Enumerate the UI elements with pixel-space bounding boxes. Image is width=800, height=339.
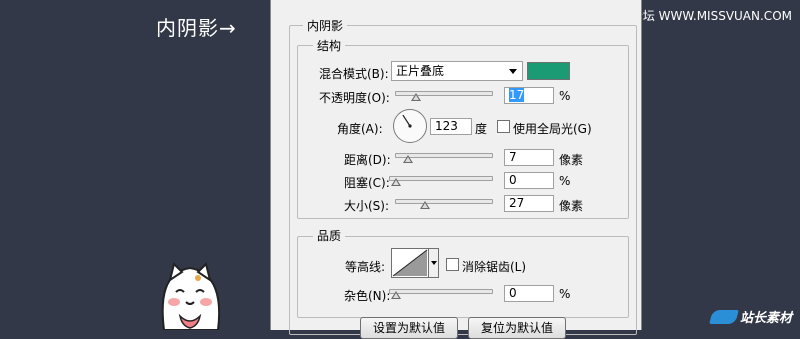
noise-label: 杂色(N): bbox=[344, 289, 391, 303]
choke-slider[interactable] bbox=[389, 176, 493, 186]
inner-shadow-dialog: 内阴影 结构 混合模式(B): 正片叠底 不透明度(O): 17 % 角度(A)… bbox=[270, 0, 642, 339]
antialias-checkbox[interactable] bbox=[446, 258, 459, 271]
size-slider[interactable] bbox=[395, 199, 493, 209]
opacity-slider[interactable] bbox=[395, 91, 493, 101]
size-slider-thumb[interactable] bbox=[419, 201, 430, 209]
watermark-bottom: 站长素材 bbox=[709, 307, 792, 326]
contour-picker[interactable] bbox=[391, 248, 429, 278]
distance-input[interactable]: 7 bbox=[504, 149, 554, 166]
choke-input[interactable]: 0 bbox=[504, 172, 554, 189]
global-light-label: 使用全局光(G) bbox=[513, 122, 592, 136]
distance-slider-thumb[interactable] bbox=[402, 155, 413, 163]
antialias-label: 消除锯齿(L) bbox=[462, 260, 527, 274]
contour-dropdown-button[interactable] bbox=[429, 248, 439, 278]
choke-slider-thumb[interactable] bbox=[391, 178, 401, 186]
distance-label: 距离(D): bbox=[344, 153, 391, 167]
size-input[interactable]: 27 bbox=[504, 195, 554, 212]
opacity-slider-thumb[interactable] bbox=[411, 93, 422, 101]
opacity-input[interactable]: 17 bbox=[504, 87, 554, 104]
choke-unit: % bbox=[559, 174, 571, 188]
opacity-unit: % bbox=[559, 89, 571, 103]
structure-title: 结构 bbox=[313, 37, 346, 54]
noise-input[interactable]: 0 bbox=[504, 285, 554, 302]
chevron-down-icon bbox=[509, 69, 517, 74]
angle-dial-needle bbox=[402, 114, 412, 128]
inner-shadow-title: 内阴影 bbox=[303, 17, 348, 34]
noise-unit: % bbox=[559, 287, 571, 301]
global-light-checkbox[interactable] bbox=[497, 120, 510, 133]
caption: 内阴影→ bbox=[156, 16, 237, 40]
size-unit: 像素 bbox=[559, 199, 584, 213]
mascot-illustration bbox=[161, 262, 221, 330]
contour-curve-icon bbox=[392, 249, 428, 277]
angle-label: 角度(A): bbox=[337, 122, 383, 136]
quality-group bbox=[297, 236, 629, 318]
size-label: 大小(S): bbox=[344, 199, 390, 213]
opacity-label: 不透明度(O): bbox=[319, 91, 390, 105]
blend-mode-label: 混合模式(B): bbox=[319, 67, 389, 81]
shadow-color-swatch[interactable] bbox=[527, 62, 570, 80]
site-logo-icon bbox=[709, 309, 739, 324]
angle-input[interactable]: 123 bbox=[430, 118, 472, 135]
reset-default-button[interactable]: 复位为默认值 bbox=[468, 317, 566, 339]
noise-slider-thumb[interactable] bbox=[391, 291, 401, 299]
angle-dial[interactable] bbox=[393, 109, 427, 143]
distance-unit: 像素 bbox=[559, 153, 584, 167]
blend-mode-select[interactable]: 正片叠底 bbox=[391, 61, 523, 81]
quality-title: 品质 bbox=[313, 227, 346, 244]
angle-unit: 度 bbox=[475, 122, 488, 136]
watermark-bottom-text: 站长素材 bbox=[739, 311, 792, 326]
choke-label: 阻塞(C): bbox=[344, 176, 390, 190]
blend-mode-value: 正片叠底 bbox=[396, 64, 445, 78]
distance-slider[interactable] bbox=[395, 153, 493, 163]
noise-slider[interactable] bbox=[389, 289, 493, 299]
contour-label: 等高线: bbox=[345, 260, 386, 274]
make-default-button[interactable]: 设置为默认值 bbox=[360, 317, 458, 339]
